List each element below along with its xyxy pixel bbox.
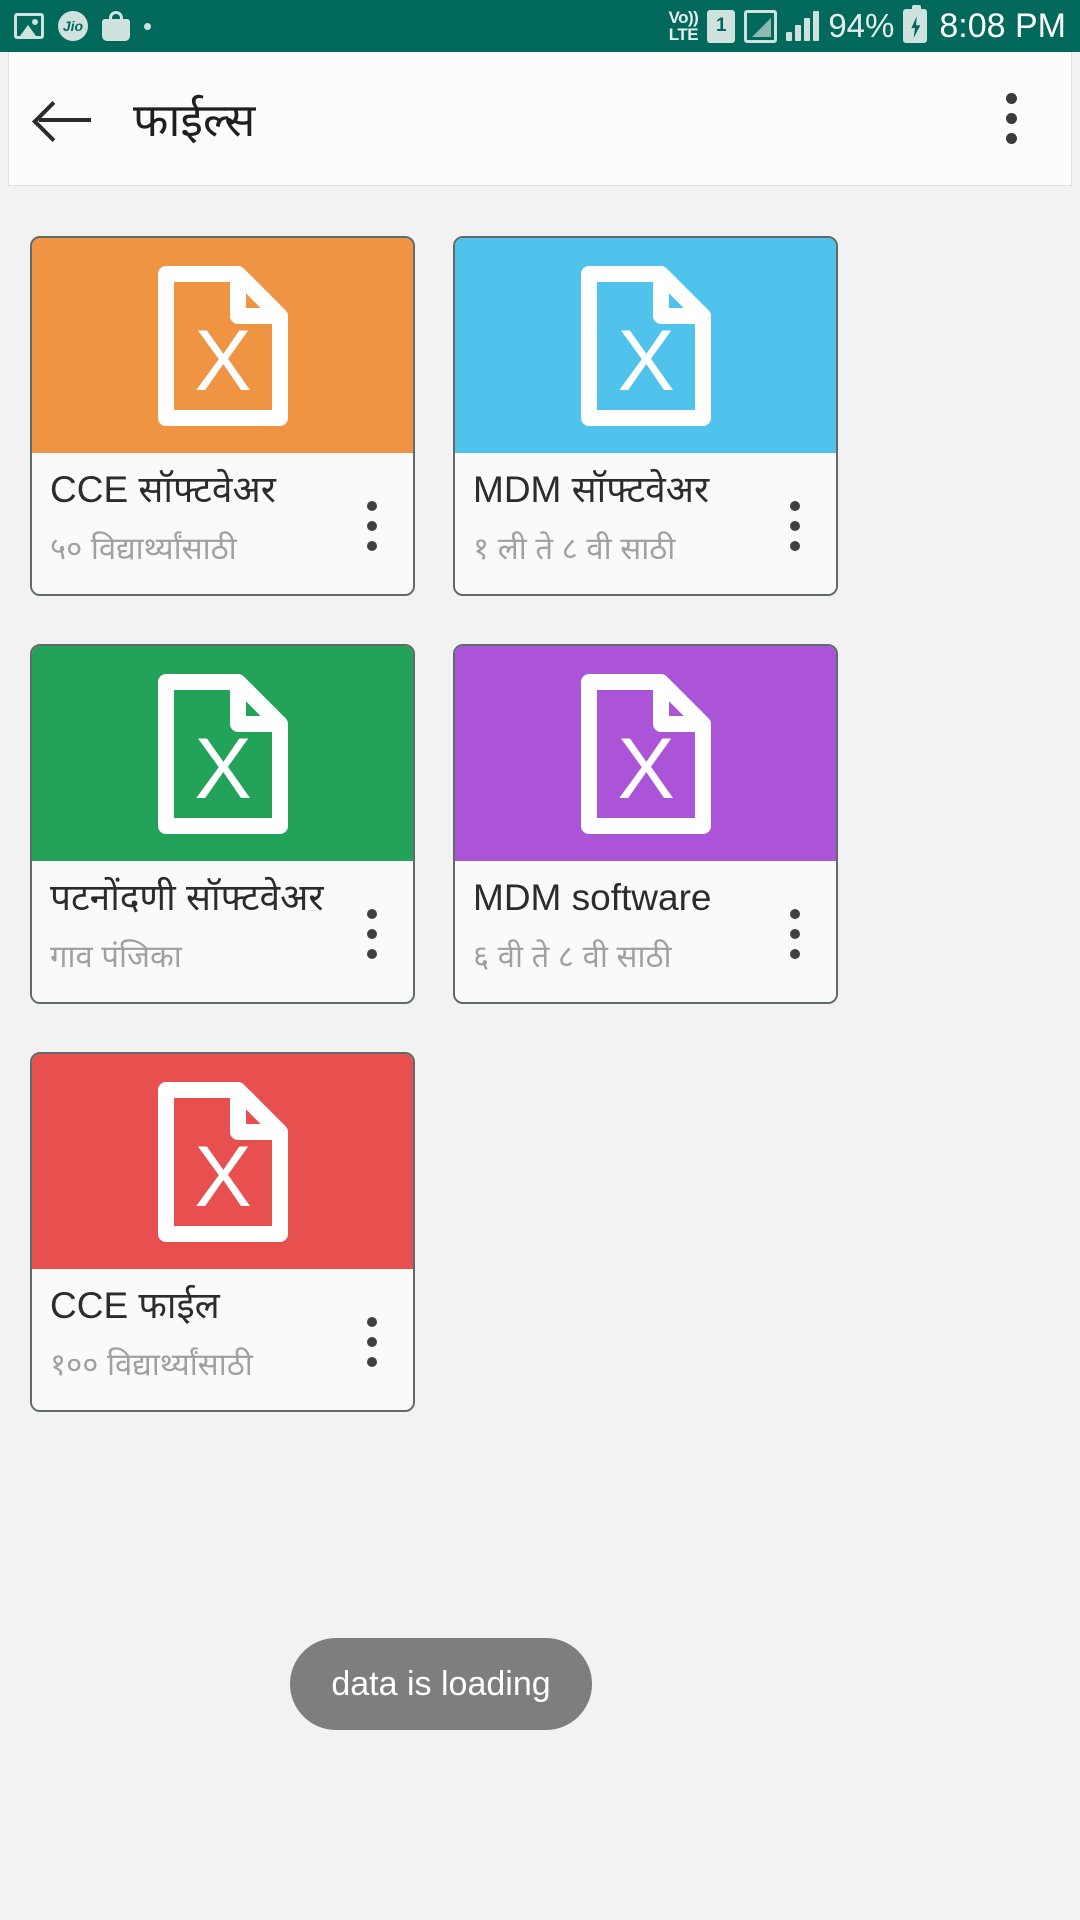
file-card-body: पटनोंदणी सॉफ्टवेअर गाव पंजिका bbox=[32, 861, 413, 1002]
file-thumbnail: X bbox=[455, 238, 836, 453]
file-card-texts: पटनोंदणी सॉफ्टवेअर गाव पंजिका bbox=[50, 875, 349, 975]
status-bar: Jio Vo)) LTE 1 94% 8:08 PM bbox=[0, 0, 1080, 52]
more-vert-icon-dot bbox=[367, 929, 377, 939]
more-vert-icon-dot bbox=[790, 929, 800, 939]
file-overflow-menu-button[interactable] bbox=[772, 467, 818, 551]
mobile-data-icon bbox=[744, 9, 778, 43]
status-bar-system: Vo)) LTE 1 94% 8:08 PM bbox=[668, 5, 1066, 46]
more-vert-icon-dot bbox=[790, 501, 800, 511]
file-card[interactable]: X MDM software ६ वी ते ८ वी साठी bbox=[453, 644, 838, 1004]
svg-text:X: X bbox=[194, 313, 251, 409]
excel-file-icon: X bbox=[154, 262, 292, 430]
sim-card-icon: 1 bbox=[707, 9, 736, 43]
file-card-texts: CCE फाईल १०० विद्यार्थ्यांसाठी bbox=[50, 1283, 349, 1383]
volte-icon: Vo)) LTE bbox=[668, 8, 699, 44]
more-vert-icon-dot bbox=[367, 521, 377, 531]
file-thumbnail: X bbox=[455, 646, 836, 861]
more-vert-icon-dot bbox=[1005, 133, 1017, 144]
photo-icon bbox=[14, 13, 44, 39]
jio-icon-label: Jio bbox=[58, 11, 88, 41]
file-thumbnail: X bbox=[32, 1054, 413, 1269]
file-overflow-menu-button[interactable] bbox=[772, 875, 818, 959]
file-title: पटनोंदणी सॉफ्टवेअर bbox=[50, 877, 324, 918]
svg-text:X: X bbox=[194, 1129, 251, 1225]
back-arrow-icon bbox=[37, 99, 93, 139]
file-card-body: MDM सॉफ्टवेअर १ ली ते ८ वी साठी bbox=[455, 453, 836, 594]
toast-label: data is loading bbox=[331, 1664, 551, 1703]
dot-icon bbox=[144, 22, 151, 30]
battery-percent-label: 94% bbox=[828, 7, 895, 44]
more-vert-icon-dot bbox=[367, 1337, 377, 1347]
file-card[interactable]: X MDM सॉफ्टवेअर १ ली ते ८ वी साठी bbox=[453, 236, 838, 596]
svg-text:X: X bbox=[617, 721, 674, 817]
file-overflow-menu-button[interactable] bbox=[349, 875, 395, 959]
file-card-texts: MDM software ६ वी ते ८ वी साठी bbox=[473, 875, 772, 975]
file-thumbnail: X bbox=[32, 646, 413, 861]
more-vert-icon-dot bbox=[367, 501, 377, 511]
battery-charging-icon bbox=[903, 5, 928, 43]
svg-text:X: X bbox=[617, 313, 674, 409]
file-card[interactable]: X पटनोंदणी सॉफ्टवेअर गाव पंजिका bbox=[30, 644, 415, 1004]
file-thumbnail: X bbox=[32, 238, 413, 453]
more-vert-icon-dot bbox=[367, 949, 377, 959]
app-bar: फाईल्स bbox=[8, 52, 1072, 186]
more-vert-icon-dot bbox=[790, 541, 800, 551]
back-button[interactable] bbox=[9, 52, 121, 186]
more-vert-icon-dot bbox=[367, 909, 377, 919]
file-card-texts: CCE सॉफ्टवेअर ५० विद्यार्थ्यांसाठी bbox=[50, 467, 349, 567]
file-grid: X CCE सॉफ्टवेअर ५० विद्यार्थ्यांसाठी X M… bbox=[0, 188, 1080, 1412]
excel-file-icon: X bbox=[577, 262, 715, 430]
file-title: MDM सॉफ्टवेअर bbox=[473, 469, 710, 510]
file-title: CCE सॉफ्टवेअर bbox=[50, 469, 276, 510]
jio-icon: Jio bbox=[58, 11, 88, 41]
file-card-body: MDM software ६ वी ते ८ वी साठी bbox=[455, 861, 836, 1002]
signal-bars-icon bbox=[786, 11, 820, 41]
svg-text:X: X bbox=[194, 721, 251, 817]
excel-file-icon: X bbox=[154, 1078, 292, 1246]
more-vert-icon-dot bbox=[790, 909, 800, 919]
more-vert-icon-dot bbox=[790, 521, 800, 531]
toast-message: data is loading bbox=[290, 1638, 592, 1730]
status-bar-notifications: Jio bbox=[14, 11, 151, 41]
file-card[interactable]: X CCE फाईल १०० विद्यार्थ्यांसाठी bbox=[30, 1052, 415, 1412]
more-vert-icon-dot bbox=[367, 541, 377, 551]
file-title: MDM software bbox=[473, 877, 712, 918]
overflow-menu-button[interactable] bbox=[951, 52, 1071, 186]
file-subtitle: गाव पंजिका bbox=[50, 939, 182, 975]
file-overflow-menu-button[interactable] bbox=[349, 1283, 395, 1367]
shopping-bag-icon bbox=[102, 11, 130, 41]
excel-file-icon: X bbox=[577, 670, 715, 838]
file-subtitle: ५० विद्यार्थ्यांसाठी bbox=[50, 531, 237, 567]
file-card-body: CCE सॉफ्टवेअर ५० विद्यार्थ्यांसाठी bbox=[32, 453, 413, 594]
file-title: CCE फाईल bbox=[50, 1285, 220, 1326]
more-vert-icon-dot bbox=[367, 1317, 377, 1327]
file-overflow-menu-button[interactable] bbox=[349, 467, 395, 551]
file-card-texts: MDM सॉफ्टवेअर १ ली ते ८ वी साठी bbox=[473, 467, 772, 567]
file-subtitle: १०० विद्यार्थ्यांसाठी bbox=[50, 1347, 253, 1383]
clock-label: 8:08 PM bbox=[939, 6, 1066, 45]
file-subtitle: १ ली ते ८ वी साठी bbox=[473, 531, 676, 567]
file-card[interactable]: X CCE सॉफ्टवेअर ५० विद्यार्थ्यांसाठी bbox=[30, 236, 415, 596]
phone-screen: Jio Vo)) LTE 1 94% 8:08 PM फाईल्स X CCE … bbox=[0, 0, 1080, 1920]
file-subtitle: ६ वी ते ८ वी साठी bbox=[473, 939, 672, 975]
more-vert-icon-dot bbox=[1005, 113, 1017, 124]
page-title: फाईल्स bbox=[133, 93, 256, 146]
more-vert-icon-dot bbox=[367, 1357, 377, 1367]
excel-file-icon: X bbox=[154, 670, 292, 838]
more-vert-icon-dot bbox=[1005, 93, 1017, 104]
file-card-body: CCE फाईल १०० विद्यार्थ्यांसाठी bbox=[32, 1269, 413, 1410]
more-vert-icon-dot bbox=[790, 949, 800, 959]
